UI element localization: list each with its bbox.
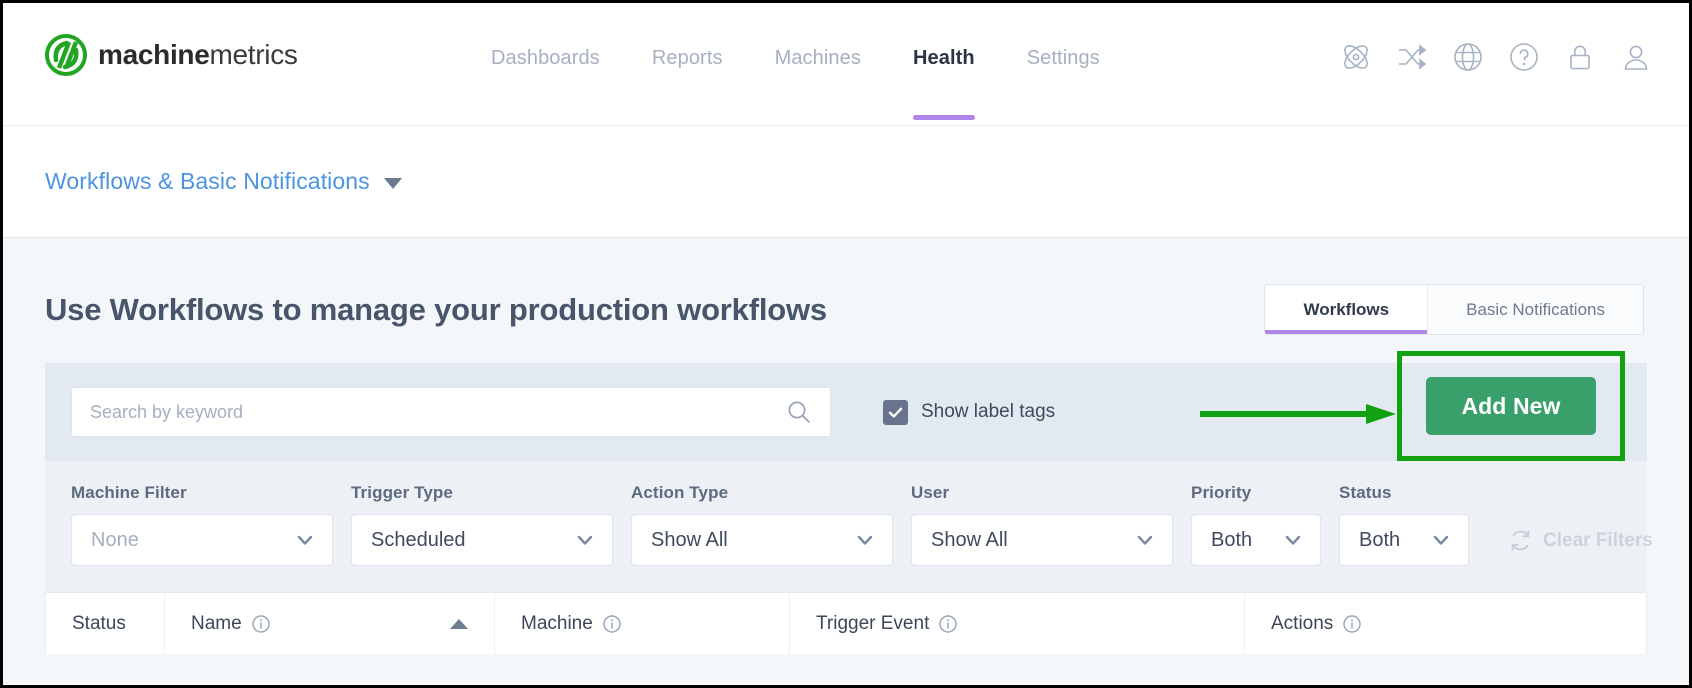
search-box[interactable] (71, 387, 831, 437)
checkmark-icon (888, 407, 903, 418)
chevron-down-icon (577, 535, 593, 545)
chevron-down-icon (1285, 535, 1301, 545)
help-circle-icon[interactable] (1507, 40, 1541, 74)
show-label-tags-label: Show label tags (921, 401, 1056, 422)
filter-priority-label: Priority (1191, 483, 1252, 502)
filter-user: User Show All (911, 483, 1173, 566)
tab-workflows[interactable]: Workflows (1265, 285, 1428, 334)
priority-select[interactable]: Both (1191, 514, 1321, 566)
column-header-status-label: Status (72, 612, 126, 634)
machinemetrics-logo-icon (45, 34, 87, 76)
chevron-down-icon (1433, 535, 1449, 545)
toolbar: Show label tags Add New (45, 351, 1647, 461)
column-header-machine-label: Machine (521, 612, 593, 634)
column-header-actions-label: Actions (1271, 612, 1334, 634)
status-select[interactable]: Both (1339, 514, 1469, 566)
nav-item-machines[interactable]: Machines (749, 3, 887, 126)
shuffle-icon[interactable] (1395, 40, 1429, 74)
trigger-type-value: Scheduled (371, 528, 466, 551)
info-icon[interactable] (602, 614, 622, 634)
filter-action-type-label: Action Type (631, 483, 729, 502)
user-select[interactable]: Show All (911, 514, 1173, 566)
info-icon[interactable] (1342, 614, 1362, 634)
filter-trigger-type: Trigger Type Scheduled (351, 483, 613, 566)
info-icon[interactable] (938, 614, 958, 634)
filter-status: Status Both (1339, 483, 1469, 566)
filter-trigger-type-label: Trigger Type (351, 483, 453, 502)
breadcrumb-label: Workflows & Basic Notifications (45, 168, 370, 194)
top-navigation-bar: machinemetrics Dashboards Reports Machin… (3, 3, 1689, 126)
filter-machine: Machine Filter None (71, 483, 333, 566)
chevron-down-icon (857, 535, 873, 545)
trigger-type-select[interactable]: Scheduled (351, 514, 613, 566)
column-header-machine[interactable]: Machine (494, 592, 789, 655)
priority-value: Both (1211, 528, 1253, 551)
brand-name-bold: machine (98, 39, 210, 70)
page-title: Use Workflows to manage your production … (45, 291, 827, 327)
filter-bar: Machine Filter None Trigger Type Schedul… (45, 461, 1653, 592)
filter-user-label: User (911, 483, 950, 502)
search-input[interactable] (90, 401, 786, 423)
column-header-name-label: Name (191, 612, 242, 634)
add-new-button[interactable]: Add New (1426, 377, 1596, 435)
brand-name-light: metrics (209, 39, 298, 70)
chevron-down-icon (383, 177, 402, 189)
filter-status-label: Status (1339, 483, 1392, 502)
column-header-name[interactable]: Name (164, 592, 494, 655)
machine-filter-select[interactable]: None (71, 514, 333, 566)
nav-item-reports[interactable]: Reports (626, 3, 749, 126)
main-content: Use Workflows to manage your production … (3, 238, 1689, 684)
atom-icon[interactable] (1339, 40, 1373, 74)
brand-logo[interactable]: machinemetrics (45, 34, 298, 76)
column-header-actions[interactable]: Actions (1244, 592, 1646, 655)
status-value: Both (1359, 528, 1401, 551)
nav-icon-group (1339, 40, 1653, 74)
user-icon[interactable] (1619, 40, 1653, 74)
action-type-value: Show All (651, 528, 728, 551)
breadcrumb-bar: Workflows & Basic Notifications (3, 126, 1689, 238)
lock-icon[interactable] (1563, 40, 1597, 74)
show-label-tags-toggle[interactable]: Show label tags (883, 399, 1056, 425)
chevron-down-icon (297, 535, 313, 545)
application-window: machinemetrics Dashboards Reports Machin… (0, 0, 1692, 688)
refresh-icon (1511, 530, 1530, 551)
search-icon[interactable] (786, 399, 812, 425)
show-label-tags-checkbox[interactable] (883, 399, 908, 425)
column-header-trigger-event-label: Trigger Event (816, 612, 930, 634)
filter-action-type: Action Type Show All (631, 483, 893, 566)
clear-filters-button[interactable]: Clear Filters (1509, 529, 1653, 552)
annotation-highlight-box: Add New (1397, 351, 1625, 461)
nav-item-settings[interactable]: Settings (1001, 3, 1126, 126)
action-type-select[interactable]: Show All (631, 514, 893, 566)
globe-icon[interactable] (1451, 40, 1485, 74)
user-value: Show All (931, 528, 1008, 551)
primary-nav: Dashboards Reports Machines Health Setti… (465, 3, 1126, 126)
nav-item-health[interactable]: Health (887, 3, 1001, 126)
brand-name: machinemetrics (98, 41, 298, 69)
workflows-table-header: Status Name Machine Trigger Event Action… (45, 592, 1647, 655)
sort-ascending-icon[interactable] (450, 618, 468, 629)
tab-basic-notifications[interactable]: Basic Notifications (1427, 285, 1643, 334)
info-icon[interactable] (251, 614, 271, 634)
column-header-trigger-event[interactable]: Trigger Event (789, 592, 1244, 655)
filter-machine-label: Machine Filter (71, 483, 187, 502)
view-tabs: Workflows Basic Notifications (1264, 284, 1644, 335)
filter-priority: Priority Both (1191, 483, 1321, 566)
clear-filters-label: Clear Filters (1543, 529, 1653, 551)
chevron-down-icon (1137, 535, 1153, 545)
page-header: Use Workflows to manage your production … (45, 238, 1647, 335)
annotation-arrow-icon (1200, 404, 1396, 424)
machine-filter-value: None (91, 528, 139, 551)
column-header-status[interactable]: Status (46, 593, 164, 655)
nav-item-dashboards[interactable]: Dashboards (465, 3, 626, 126)
breadcrumb[interactable]: Workflows & Basic Notifications (45, 168, 402, 195)
